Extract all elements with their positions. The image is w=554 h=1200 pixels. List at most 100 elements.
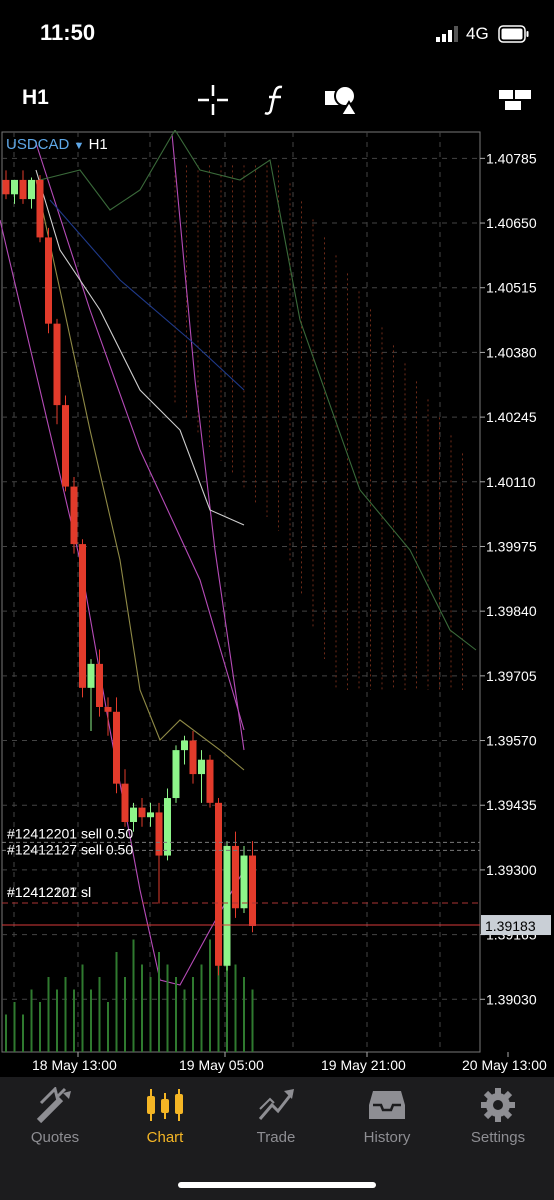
price-axis-label: 1.40245 — [486, 409, 537, 425]
tab-trade[interactable]: Trade — [226, 1087, 326, 1147]
volume-bar — [251, 989, 254, 1052]
tab-label: Trade — [256, 1129, 296, 1146]
volume-bar — [81, 964, 84, 1052]
time-axis-label: 19 May 21:00 — [321, 1057, 406, 1073]
volume-bar — [200, 964, 203, 1052]
indicators-icon[interactable] — [258, 82, 294, 118]
bull-candle — [130, 807, 137, 822]
symbol-label[interactable]: USDCAD ▼ H1 — [6, 136, 108, 153]
volume-bar — [124, 977, 126, 1052]
tab-history[interactable]: History — [337, 1087, 437, 1147]
price-axis-label: 1.40380 — [486, 344, 537, 360]
price-axis-label: 1.39300 — [486, 862, 537, 878]
bear-candle — [232, 845, 239, 909]
price-axis-label: 1.40110 — [486, 474, 536, 490]
inbox-tray-icon — [369, 1091, 405, 1119]
bear-candle — [36, 179, 44, 238]
bear-candle — [215, 802, 222, 966]
time-axis-label: 20 May 13:00 — [462, 1057, 547, 1073]
chart-canvas[interactable]: #12412201 sell 0.50#12412127 sell 0.50 #1… — [0, 128, 554, 1075]
volume-bar — [175, 977, 177, 1052]
volume-bar — [234, 964, 237, 1052]
network-type: 4G — [466, 24, 489, 43]
tab-label: History — [363, 1129, 411, 1146]
timeframe-button[interactable]: H1 — [22, 86, 49, 110]
bear-candle — [19, 179, 27, 200]
bull-candle — [198, 759, 205, 775]
symbol-name: USDCAD — [6, 136, 70, 153]
current-price-label: 1.39183 — [485, 918, 536, 934]
volume-bar — [192, 977, 194, 1052]
bear-candle — [70, 486, 78, 545]
volume-bar — [115, 952, 118, 1052]
price-axis-label: 1.39435 — [486, 797, 537, 813]
objects-icon[interactable] — [322, 82, 358, 118]
bear-candle — [121, 783, 129, 822]
bull-candle — [223, 845, 231, 966]
price-axis-label: 1.40785 — [486, 150, 537, 166]
volume-bar — [73, 989, 75, 1052]
time-axis-label: 18 May 13:00 — [32, 1057, 117, 1073]
bear-candle — [155, 812, 163, 856]
volume-bar — [243, 977, 245, 1052]
bear-candle — [113, 711, 120, 784]
bear-candle — [249, 855, 256, 926]
price-axis-label: 1.40650 — [486, 215, 537, 231]
volume-bar — [98, 977, 101, 1052]
crosshair-icon[interactable] — [195, 82, 231, 118]
trade-icon — [258, 1089, 294, 1120]
volume-bar — [141, 964, 143, 1052]
window-layout-icon[interactable] — [497, 82, 533, 118]
ichimoku-cloud — [174, 165, 463, 690]
price-axis-label: 1.39975 — [486, 538, 537, 554]
tab-settings[interactable]: Settings — [448, 1087, 548, 1147]
status-bar: 11:50 4G — [0, 0, 554, 70]
symbol-timeframe: H1 — [88, 136, 108, 153]
bear-candle — [138, 807, 146, 818]
volume-bar — [56, 989, 58, 1052]
bull-candle — [28, 179, 35, 200]
stop-loss-label: #12412127 sl — [7, 884, 91, 900]
time-axis-label: 19 May 05:00 — [179, 1057, 264, 1073]
price-axis-label: 1.39840 — [486, 603, 537, 619]
moving-average-blue — [49, 199, 245, 391]
chart-toolbar: H1 — [0, 72, 554, 128]
bear-candle — [79, 544, 86, 688]
volume-bar — [158, 952, 160, 1052]
volume-bar — [39, 1002, 41, 1052]
tab-label: Settings — [470, 1129, 526, 1146]
bull-candle — [87, 663, 95, 688]
home-indicator — [178, 1182, 376, 1188]
tab-label: Chart — [146, 1129, 184, 1146]
volume-bar — [30, 989, 33, 1052]
volume-bar — [209, 939, 211, 1052]
quotes-icon — [36, 1087, 71, 1123]
bull-candle — [172, 750, 180, 799]
bear-candle — [53, 323, 61, 406]
volume-bar — [166, 964, 169, 1052]
price-axis-label: 1.39705 — [486, 668, 537, 684]
volume-bar — [5, 1014, 7, 1052]
volume-bar — [149, 977, 152, 1052]
bear-candle — [104, 707, 112, 712]
tab-chart[interactable]: Chart — [115, 1087, 215, 1147]
tab-quotes[interactable]: Quotes — [5, 1087, 105, 1147]
bear-candle — [62, 405, 69, 487]
cellular-signal-icon — [436, 26, 458, 42]
gear-icon — [481, 1088, 515, 1122]
bull-candle — [181, 740, 188, 751]
volume-bar — [47, 977, 50, 1052]
volume-bar — [22, 1014, 24, 1052]
price-chart[interactable]: #12412201 sell 0.50 #12412127 sell 0.50 #1… — [0, 128, 554, 1075]
price-axis-label: 1.39030 — [486, 991, 537, 1007]
volume-bar — [64, 977, 67, 1052]
bear-candle — [96, 663, 103, 707]
volume-bar — [132, 939, 135, 1052]
bear-candle — [2, 179, 10, 195]
volume-bar — [90, 989, 92, 1052]
bear-candle — [45, 237, 52, 324]
order-label: #12412201 sell 0.50 — [7, 825, 133, 841]
ichimoku-span — [39, 128, 477, 651]
bull-candle — [240, 855, 248, 909]
bollinger-upper-2 — [171, 133, 245, 751]
